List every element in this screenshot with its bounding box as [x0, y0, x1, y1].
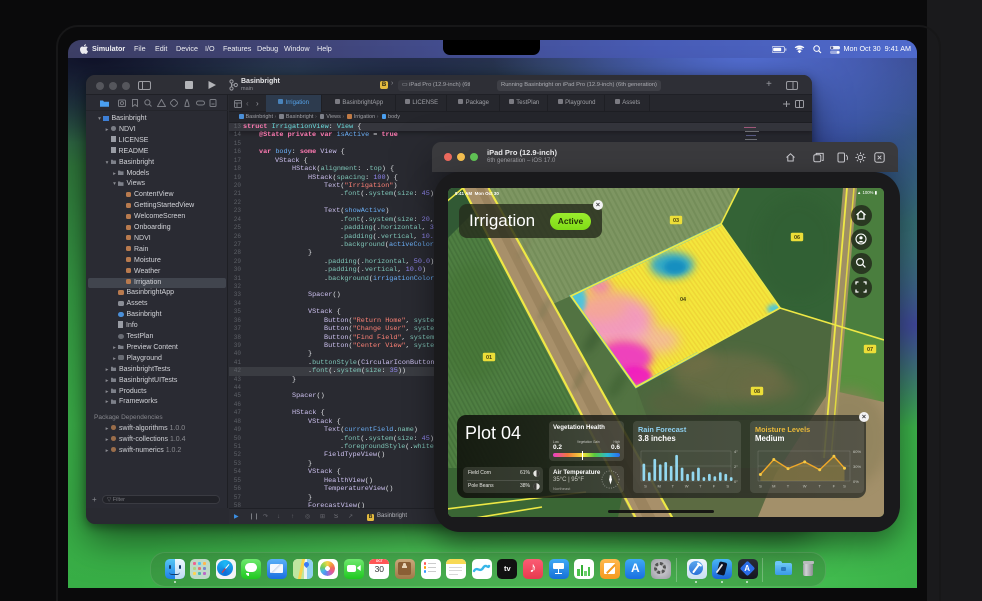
- svg-text:60%: 60%: [853, 449, 861, 454]
- svg-text:04: 04: [680, 297, 687, 303]
- svg-text:30%: 30%: [853, 464, 861, 469]
- svg-text:T: T: [818, 484, 821, 489]
- svg-text:W: W: [685, 484, 689, 489]
- svg-text:0″: 0″: [734, 479, 738, 484]
- svg-text:T: T: [672, 484, 675, 489]
- svg-text:S: S: [726, 484, 729, 489]
- svg-text:T: T: [787, 484, 790, 489]
- svg-text:M: M: [772, 484, 775, 489]
- svg-text:M: M: [658, 484, 661, 489]
- svg-text:N: N: [609, 475, 612, 479]
- svg-text:08: 08: [754, 389, 760, 395]
- svg-text:06: 06: [794, 235, 800, 241]
- svg-text:03: 03: [673, 218, 679, 224]
- svg-text:T: T: [699, 484, 702, 489]
- svg-text:0%: 0%: [853, 479, 859, 484]
- svg-text:W: W: [803, 484, 807, 489]
- svg-text:4″: 4″: [734, 449, 738, 454]
- svg-text:F: F: [713, 484, 716, 489]
- svg-text:2″: 2″: [734, 464, 738, 469]
- svg-text:S: S: [644, 484, 647, 489]
- svg-text:01: 01: [486, 355, 492, 361]
- svg-text:07: 07: [867, 347, 873, 353]
- svg-text:S: S: [759, 484, 762, 489]
- svg-text:S: S: [843, 484, 846, 489]
- svg-text:F: F: [833, 484, 836, 489]
